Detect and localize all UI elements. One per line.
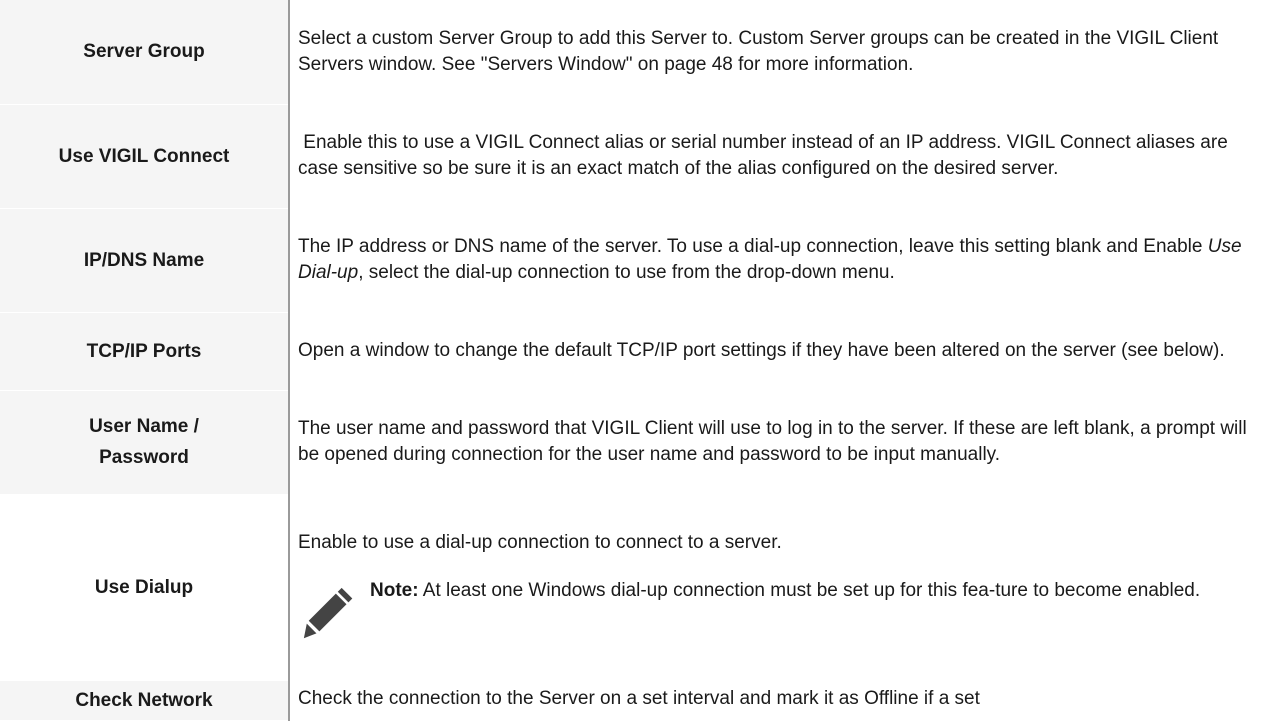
row-description: Enable this to use a VIGIL Connect alias… bbox=[298, 132, 1234, 179]
row-description: Open a window to change the default TCP/… bbox=[298, 340, 1225, 361]
row-label: IP/DNS Name bbox=[0, 208, 290, 312]
row-label: TCP/IP Ports bbox=[0, 312, 290, 390]
label-line: User Name / bbox=[89, 416, 199, 437]
settings-table: Server Group Select a custom Server Grou… bbox=[0, 0, 1281, 721]
row-description: Check the connection to the Server on a … bbox=[298, 687, 980, 709]
table-row: IP/DNS Name The IP address or DNS name o… bbox=[0, 208, 1281, 312]
table-row: Use Dialup Enable to use a dial-up conne… bbox=[0, 494, 1281, 680]
note-text: Note: At least one Windows dial-up conne… bbox=[370, 578, 1200, 604]
row-label: Server Group bbox=[0, 0, 290, 104]
row-description: The IP address or DNS name of the server… bbox=[289, 208, 1281, 312]
note-box: Note: At least one Windows dial-up conne… bbox=[298, 578, 1269, 644]
row-label: User Name / Password bbox=[0, 390, 290, 494]
note-body: At least one Windows dial-up connection … bbox=[418, 580, 1201, 601]
row-description: Enable to use a dial-up connection to co… bbox=[289, 494, 1281, 680]
description-text: The IP address or DNS name of the server… bbox=[298, 236, 1208, 257]
pencil-icon bbox=[303, 587, 353, 639]
row-label: Use Dialup bbox=[0, 494, 290, 680]
label-line: Password bbox=[99, 447, 189, 468]
description-text: Enable to use a dial-up connection to co… bbox=[298, 532, 782, 553]
table-row: User Name / Password The user name and pa… bbox=[0, 390, 1281, 494]
table-row: Use VIGIL Connect Enable this to use a V… bbox=[0, 104, 1281, 208]
note-label: Note: bbox=[370, 580, 419, 601]
description-text: , select the dial-up connection to use f… bbox=[358, 262, 895, 283]
row-description: Select a custom Server Group to add this… bbox=[298, 27, 1219, 75]
row-label: Use VIGIL Connect bbox=[0, 104, 290, 208]
table-row: TCP/IP Ports Open a window to change the… bbox=[0, 312, 1281, 390]
table-row: Check Network Check the connection to th… bbox=[0, 680, 1281, 720]
row-description: The user name and password that VIGIL Cl… bbox=[298, 418, 1247, 465]
table-row: Server Group Select a custom Server Grou… bbox=[0, 0, 1281, 104]
row-label: Check Network bbox=[0, 680, 290, 720]
